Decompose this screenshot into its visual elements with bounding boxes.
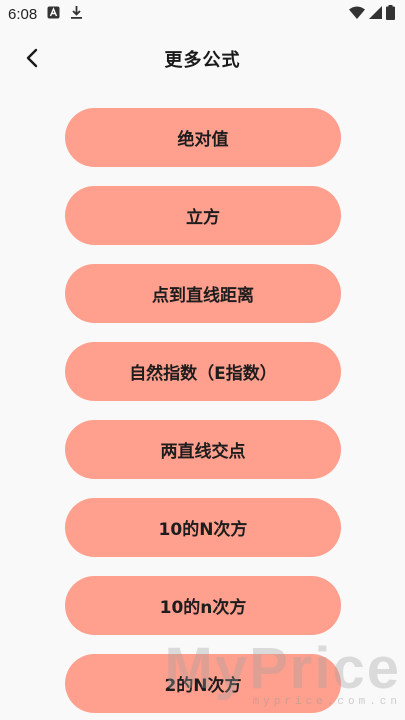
back-button[interactable] xyxy=(18,46,46,74)
page-title: 更多公式 xyxy=(164,50,241,71)
formula-button-natural-exponent[interactable]: 自然指数（E指数） xyxy=(65,342,341,401)
download-icon xyxy=(70,5,83,23)
formula-button-line-intersection[interactable]: 两直线交点 xyxy=(65,420,341,479)
formula-list: 绝对值 立方 点到直线距离 自然指数（E指数） 两直线交点 10的N次方 10的… xyxy=(65,108,341,713)
wifi-icon xyxy=(349,6,365,23)
formula-button-absolute-value[interactable]: 绝对值 xyxy=(65,108,341,167)
status-time: 6:08 xyxy=(8,5,38,23)
chevron-left-icon xyxy=(25,48,39,72)
formula-button-2-pow-N[interactable]: 2的N次方 xyxy=(65,654,341,713)
status-bar: 6:08 xyxy=(0,0,405,28)
a-box-icon xyxy=(47,6,60,23)
app-bar: 更多公式 xyxy=(0,36,405,82)
formula-button-10-pow-n[interactable]: 10的n次方 xyxy=(65,576,341,635)
formula-button-cube[interactable]: 立方 xyxy=(65,186,341,245)
formula-button-point-to-line-distance[interactable]: 点到直线距离 xyxy=(65,264,341,323)
battery-icon xyxy=(386,4,395,24)
formula-button-10-pow-N[interactable]: 10的N次方 xyxy=(65,498,341,557)
signal-icon xyxy=(369,5,382,23)
